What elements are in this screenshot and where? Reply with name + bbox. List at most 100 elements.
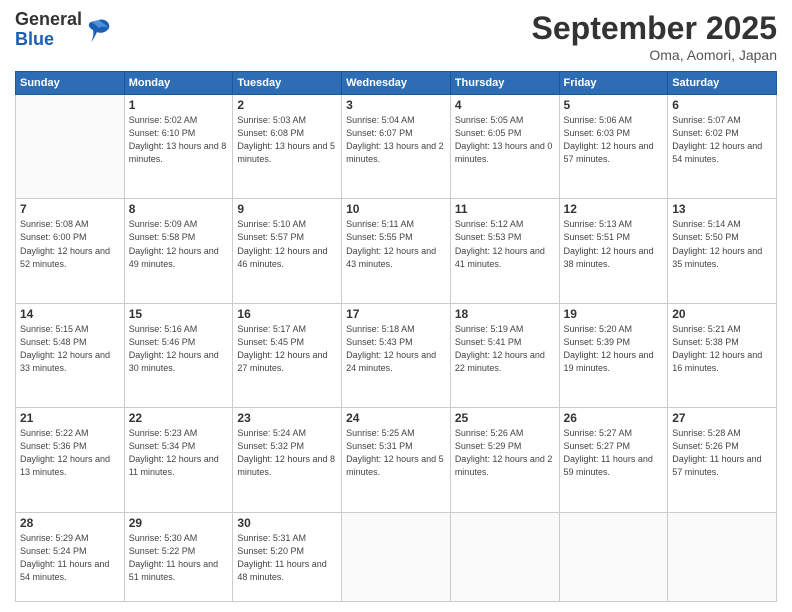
table-row: 18 Sunrise: 5:19 AMSunset: 5:41 PMDayligh… [450, 303, 559, 407]
day-info: Sunrise: 5:15 AMSunset: 5:48 PMDaylight:… [20, 323, 120, 375]
table-row: 26 Sunrise: 5:27 AMSunset: 5:27 PMDayligh… [559, 408, 668, 512]
day-number: 27 [672, 411, 772, 425]
col-thursday: Thursday [450, 72, 559, 95]
logo-general: General [15, 10, 82, 30]
col-tuesday: Tuesday [233, 72, 342, 95]
location: Oma, Aomori, Japan [532, 47, 777, 63]
table-row: 5 Sunrise: 5:06 AMSunset: 6:03 PMDaylight… [559, 95, 668, 199]
day-number: 22 [129, 411, 229, 425]
day-number: 2 [237, 98, 337, 112]
calendar-table: Sunday Monday Tuesday Wednesday Thursday… [15, 71, 777, 602]
day-number: 7 [20, 202, 120, 216]
table-row: 15 Sunrise: 5:16 AMSunset: 5:46 PMDayligh… [124, 303, 233, 407]
table-row: 9 Sunrise: 5:10 AMSunset: 5:57 PMDaylight… [233, 199, 342, 303]
table-row [668, 512, 777, 601]
table-row: 3Sunrise: 5:04 AMSunset: 6:07 PMDaylight… [342, 95, 451, 199]
day-info: Sunrise: 5:17 AMSunset: 5:45 PMDaylight:… [237, 323, 337, 375]
day-number: 5 [564, 98, 664, 112]
day-number: 19 [564, 307, 664, 321]
day-number: 11 [455, 202, 555, 216]
table-row: 2 Sunrise: 5:03 AMSunset: 6:08 PMDaylight… [233, 95, 342, 199]
day-number: 1 [129, 98, 229, 112]
day-number: 26 [564, 411, 664, 425]
table-row [450, 512, 559, 601]
table-row: 4Sunrise: 5:05 AMSunset: 6:05 PMDaylight… [450, 95, 559, 199]
table-row: 20 Sunrise: 5:21 AMSunset: 5:38 PMDayligh… [668, 303, 777, 407]
calendar-header-row: Sunday Monday Tuesday Wednesday Thursday… [16, 72, 777, 95]
day-info: Sunrise: 5:08 AMSunset: 6:00 PMDaylight:… [20, 218, 120, 270]
day-number: 21 [20, 411, 120, 425]
table-row: 11Sunrise: 5:12 AMSunset: 5:53 PMDayligh… [450, 199, 559, 303]
table-row: 8 Sunrise: 5:09 AMSunset: 5:58 PMDaylight… [124, 199, 233, 303]
day-info: Sunrise: 5:18 AMSunset: 5:43 PMDaylight:… [346, 323, 446, 375]
table-row: 10 Sunrise: 5:11 AMSunset: 5:55 PMDayligh… [342, 199, 451, 303]
day-info: Sunrise: 5:27 AMSunset: 5:27 PMDaylight:… [564, 427, 664, 479]
calendar-week-row: 21 Sunrise: 5:22 AMSunset: 5:36 PMDayligh… [16, 408, 777, 512]
day-number: 23 [237, 411, 337, 425]
day-info: Sunrise: 5:21 AMSunset: 5:38 PMDaylight:… [672, 323, 772, 375]
day-number: 25 [455, 411, 555, 425]
day-number: 17 [346, 307, 446, 321]
calendar-week-row: 14 Sunrise: 5:15 AMSunset: 5:48 PMDayligh… [16, 303, 777, 407]
day-number: 8 [129, 202, 229, 216]
table-row: 30 Sunrise: 5:31 AMSunset: 5:20 PMDayligh… [233, 512, 342, 601]
calendar-week-row: 28Sunrise: 5:29 AMSunset: 5:24 PMDayligh… [16, 512, 777, 601]
table-row [16, 95, 125, 199]
day-info: Sunrise: 5:09 AMSunset: 5:58 PMDaylight:… [129, 218, 229, 270]
day-info: Sunrise: 5:03 AMSunset: 6:08 PMDaylight:… [237, 114, 337, 166]
calendar-week-row: 1 Sunrise: 5:02 AMSunset: 6:10 PMDaylight… [16, 95, 777, 199]
day-info: Sunrise: 5:20 AMSunset: 5:39 PMDaylight:… [564, 323, 664, 375]
day-info: Sunrise: 5:14 AMSunset: 5:50 PMDaylight:… [672, 218, 772, 270]
day-number: 16 [237, 307, 337, 321]
table-row: 19 Sunrise: 5:20 AMSunset: 5:39 PMDayligh… [559, 303, 668, 407]
table-row: 27 Sunrise: 5:28 AMSunset: 5:26 PMDayligh… [668, 408, 777, 512]
day-info: Sunrise: 5:07 AMSunset: 6:02 PMDaylight:… [672, 114, 772, 166]
table-row: 24Sunrise: 5:25 AMSunset: 5:31 PMDayligh… [342, 408, 451, 512]
day-info: Sunrise: 5:16 AMSunset: 5:46 PMDaylight:… [129, 323, 229, 375]
table-row: 21 Sunrise: 5:22 AMSunset: 5:36 PMDayligh… [16, 408, 125, 512]
table-row: 28Sunrise: 5:29 AMSunset: 5:24 PMDayligh… [16, 512, 125, 601]
day-info: Sunrise: 5:11 AMSunset: 5:55 PMDaylight:… [346, 218, 446, 270]
col-wednesday: Wednesday [342, 72, 451, 95]
day-number: 3 [346, 98, 446, 112]
day-info: Sunrise: 5:19 AMSunset: 5:41 PMDaylight:… [455, 323, 555, 375]
table-row: 29 Sunrise: 5:30 AMSunset: 5:22 PMDayligh… [124, 512, 233, 601]
table-row: 6 Sunrise: 5:07 AMSunset: 6:02 PMDaylight… [668, 95, 777, 199]
table-row: 1 Sunrise: 5:02 AMSunset: 6:10 PMDaylight… [124, 95, 233, 199]
day-number: 15 [129, 307, 229, 321]
day-info: Sunrise: 5:02 AMSunset: 6:10 PMDaylight:… [129, 114, 229, 166]
day-info: Sunrise: 5:26 AMSunset: 5:29 PMDaylight:… [455, 427, 555, 479]
col-saturday: Saturday [668, 72, 777, 95]
day-number: 29 [129, 516, 229, 530]
table-row [559, 512, 668, 601]
logo-bird-icon [85, 16, 113, 44]
logo-blue: Blue [15, 30, 82, 50]
col-monday: Monday [124, 72, 233, 95]
calendar-week-row: 7 Sunrise: 5:08 AMSunset: 6:00 PMDaylight… [16, 199, 777, 303]
table-row [342, 512, 451, 601]
table-row: 14 Sunrise: 5:15 AMSunset: 5:48 PMDayligh… [16, 303, 125, 407]
day-number: 13 [672, 202, 772, 216]
day-info: Sunrise: 5:31 AMSunset: 5:20 PMDaylight:… [237, 532, 337, 584]
day-number: 24 [346, 411, 446, 425]
day-number: 10 [346, 202, 446, 216]
day-info: Sunrise: 5:10 AMSunset: 5:57 PMDaylight:… [237, 218, 337, 270]
table-row: 12Sunrise: 5:13 AMSunset: 5:51 PMDayligh… [559, 199, 668, 303]
logo: General Blue [15, 10, 113, 50]
day-info: Sunrise: 5:28 AMSunset: 5:26 PMDaylight:… [672, 427, 772, 479]
day-info: Sunrise: 5:24 AMSunset: 5:32 PMDaylight:… [237, 427, 337, 479]
day-number: 9 [237, 202, 337, 216]
day-info: Sunrise: 5:22 AMSunset: 5:36 PMDaylight:… [20, 427, 120, 479]
day-number: 18 [455, 307, 555, 321]
day-info: Sunrise: 5:06 AMSunset: 6:03 PMDaylight:… [564, 114, 664, 166]
day-number: 6 [672, 98, 772, 112]
day-info: Sunrise: 5:29 AMSunset: 5:24 PMDaylight:… [20, 532, 120, 584]
col-friday: Friday [559, 72, 668, 95]
day-number: 30 [237, 516, 337, 530]
day-info: Sunrise: 5:30 AMSunset: 5:22 PMDaylight:… [129, 532, 229, 584]
table-row: 17 Sunrise: 5:18 AMSunset: 5:43 PMDayligh… [342, 303, 451, 407]
table-row: 23 Sunrise: 5:24 AMSunset: 5:32 PMDayligh… [233, 408, 342, 512]
day-number: 20 [672, 307, 772, 321]
day-number: 14 [20, 307, 120, 321]
month-title: September 2025 [532, 10, 777, 47]
